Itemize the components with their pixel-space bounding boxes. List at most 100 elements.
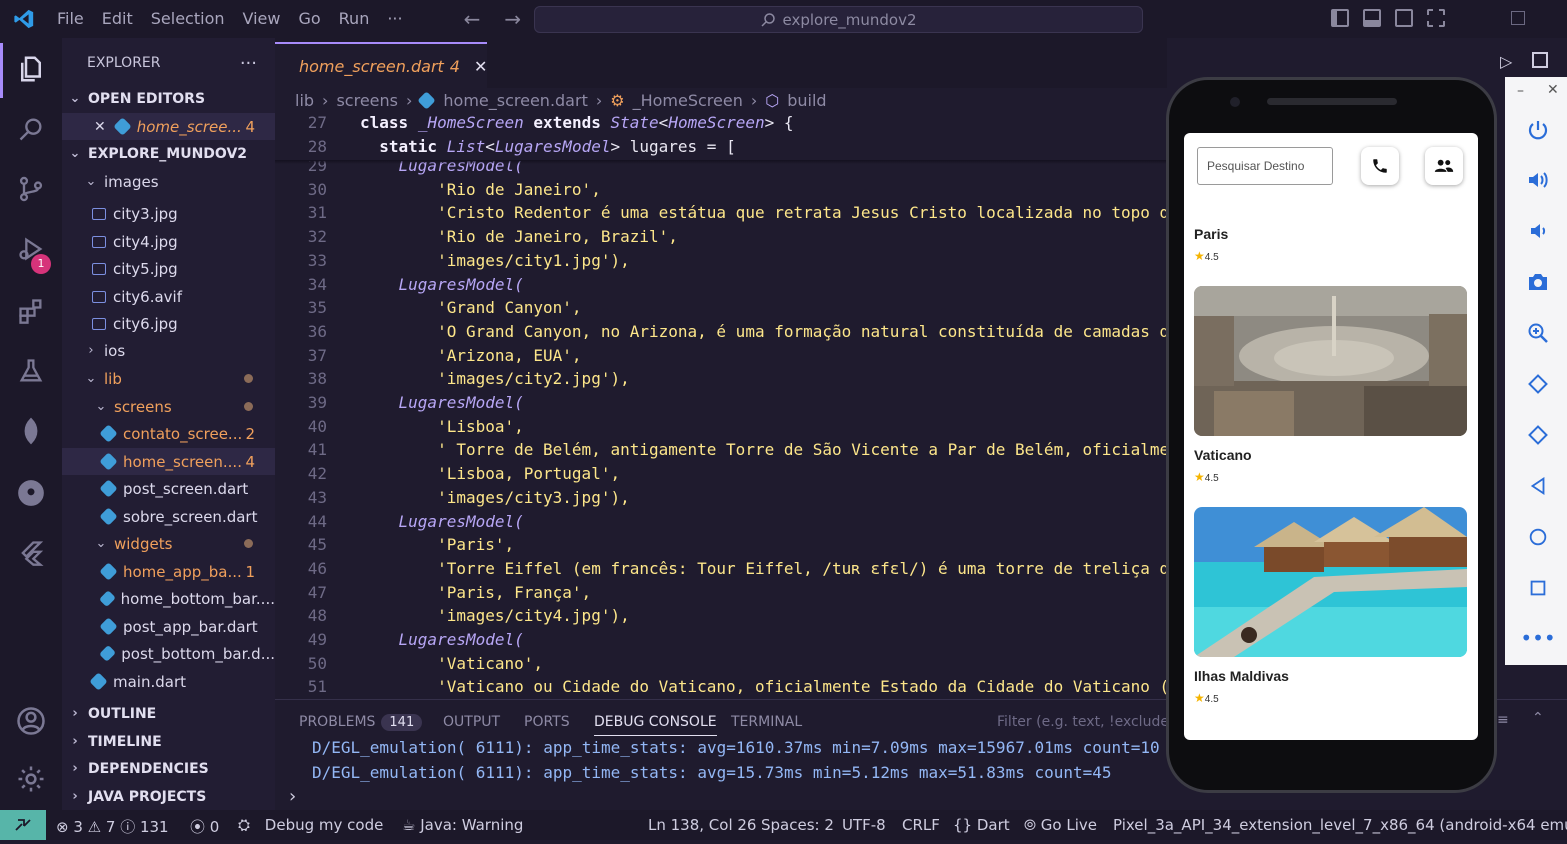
explorer-icon[interactable] bbox=[14, 52, 48, 86]
problems-status[interactable]: ⊗ 3 ⚠ 7 ⓘ 131 bbox=[56, 816, 169, 837]
close-icon[interactable]: ✕ bbox=[94, 119, 106, 135]
file-row[interactable]: city3.jpg bbox=[62, 200, 275, 227]
remote-indicator[interactable] bbox=[0, 810, 46, 840]
github-icon[interactable] bbox=[14, 476, 48, 510]
breadcrumb-item[interactable]: screens bbox=[336, 91, 398, 110]
encoding[interactable]: UTF-8 bbox=[842, 816, 886, 834]
source-control-icon[interactable] bbox=[14, 172, 48, 206]
outline-section[interactable]: › OUTLINE bbox=[62, 700, 275, 727]
toggle-secondary-sidebar-icon[interactable] bbox=[1395, 9, 1413, 27]
toggle-panel-icon[interactable] bbox=[1363, 9, 1381, 27]
extensions-icon[interactable] bbox=[14, 294, 48, 328]
people-button[interactable] bbox=[1425, 147, 1463, 185]
tab-ports[interactable]: PORTS bbox=[524, 714, 570, 730]
code-line[interactable]: 33 'images/city1.jpg'), bbox=[275, 251, 630, 275]
indentation[interactable]: Spaces: 2 bbox=[761, 816, 834, 834]
open-editor-item[interactable]: ✕ home_scree... 4 bbox=[62, 113, 275, 140]
phone-call-button[interactable] bbox=[1361, 147, 1399, 185]
breadcrumb-item[interactable]: lib bbox=[295, 91, 314, 110]
menu-go[interactable]: Go bbox=[289, 0, 329, 38]
search-destination-field[interactable]: Pesquisar Destino bbox=[1197, 147, 1333, 185]
ports-status[interactable]: ⦿ 0 bbox=[190, 816, 219, 837]
overview-square-icon[interactable] bbox=[1525, 575, 1551, 601]
tab-debug-console[interactable]: DEBUG CONSOLE bbox=[594, 714, 717, 736]
maldivas-photo[interactable] bbox=[1194, 507, 1467, 657]
folder-widgets[interactable]: ⌄ widgets bbox=[62, 530, 275, 557]
folder-lib[interactable]: ⌄ lib bbox=[62, 365, 275, 392]
toggle-sidebar-icon[interactable] bbox=[1331, 9, 1349, 27]
code-line[interactable]: 40 'Lisboa', bbox=[275, 417, 524, 441]
zoom-icon[interactable] bbox=[1525, 320, 1551, 346]
file-row[interactable]: city5.jpg bbox=[62, 255, 275, 282]
code-line[interactable]: 48 'images/city4.jpg'), bbox=[275, 606, 630, 630]
cursor-position[interactable]: Ln 138, Col 26 bbox=[648, 816, 756, 834]
settings-gear-icon[interactable] bbox=[14, 762, 48, 796]
breadcrumb-item[interactable]: build bbox=[787, 91, 826, 110]
file-row[interactable]: sobre_screen.dart bbox=[62, 503, 275, 530]
more-icon[interactable]: ••• bbox=[1520, 625, 1555, 651]
line-ending[interactable]: CRLF bbox=[902, 816, 940, 834]
tab-problems[interactable]: PROBLEMS 141 bbox=[299, 714, 423, 731]
tab-terminal[interactable]: TERMINAL bbox=[731, 714, 802, 730]
rotate-right-icon[interactable] bbox=[1525, 422, 1551, 448]
accounts-icon[interactable] bbox=[14, 704, 48, 738]
code-line[interactable]: 35 'Grand Canyon', bbox=[275, 298, 582, 322]
folder-screens[interactable]: ⌄ screens bbox=[62, 393, 275, 420]
volume-down-icon[interactable] bbox=[1525, 218, 1551, 244]
close-icon[interactable]: ✕ bbox=[474, 57, 487, 76]
code-line[interactable]: 45 'Paris', bbox=[275, 535, 514, 559]
device-selector[interactable]: Pixel_3a_API_34_extension_level_7_x86_64… bbox=[1113, 816, 1567, 834]
run-icon[interactable]: ▷ bbox=[1500, 52, 1512, 71]
mongodb-leaf-icon[interactable] bbox=[14, 414, 48, 448]
dependencies-section[interactable]: › DEPENDENCIES bbox=[62, 755, 275, 782]
file-row[interactable]: main.dart bbox=[62, 668, 275, 695]
code-line[interactable]: 34 LugaresModel( bbox=[275, 275, 524, 299]
camera-icon[interactable] bbox=[1525, 269, 1551, 295]
java-projects-section[interactable]: › JAVA PROJECTS bbox=[62, 783, 275, 810]
back-arrow-icon[interactable]: ← bbox=[452, 7, 493, 31]
chevron-up-icon[interactable]: ⌃ bbox=[1532, 710, 1544, 726]
go-live[interactable]: ⦾ Go Live bbox=[1024, 816, 1097, 834]
explorer-more-icon[interactable]: ··· bbox=[240, 53, 257, 74]
code-line[interactable]: 42 'Lisboa, Portugal', bbox=[275, 464, 620, 488]
menu-selection[interactable]: Selection bbox=[142, 0, 234, 38]
tab-home-screen[interactable]: home_screen.dart 4 ✕ bbox=[275, 42, 487, 88]
code-line[interactable]: 37 'Arizona, EUA', bbox=[275, 346, 582, 370]
folder-ios[interactable]: › ios bbox=[62, 337, 275, 364]
menu-view[interactable]: View bbox=[234, 0, 290, 38]
breadcrumb-item[interactable]: _HomeScreen bbox=[633, 91, 743, 110]
clear-console-icon[interactable]: ≡ bbox=[1497, 712, 1509, 728]
code-line[interactable]: 44 LugaresModel( bbox=[275, 512, 524, 536]
language-mode[interactable]: {} Dart bbox=[953, 816, 1010, 834]
code-line[interactable]: 31 'Cristo Redentor é uma estátua que re… bbox=[275, 203, 1169, 227]
code-line[interactable]: 51 'Vaticano ou Cidade do Vaticano, ofic… bbox=[275, 677, 1169, 701]
code-line[interactable]: 49 LugaresModel( bbox=[275, 630, 524, 654]
file-row[interactable]: post_screen.dart bbox=[62, 475, 275, 502]
file-row[interactable]: city6.jpg bbox=[62, 310, 275, 337]
command-center-search[interactable]: explore_mundov2 bbox=[534, 6, 1143, 33]
open-editors-section[interactable]: ⌄ OPEN EDITORS bbox=[62, 85, 275, 112]
flutter-icon[interactable] bbox=[14, 536, 48, 570]
code-line[interactable]: 36 'O Grand Canyon, no Arizona, é uma fo… bbox=[275, 322, 1169, 346]
java-status[interactable]: ☕ Java: Warning bbox=[402, 816, 523, 834]
volume-up-icon[interactable] bbox=[1525, 167, 1551, 193]
code-line[interactable]: 46 'Torre Eiffel (em francês: Tour Eiffe… bbox=[275, 559, 1169, 583]
customize-layout-icon[interactable] bbox=[1427, 9, 1445, 27]
file-row[interactable]: contato_scree... 2 bbox=[62, 420, 275, 447]
menu-more[interactable]: ··· bbox=[378, 0, 411, 38]
folder-images[interactable]: ⌄ images bbox=[62, 168, 275, 195]
code-line[interactable]: 50 'Vaticano', bbox=[275, 654, 543, 678]
back-triangle-icon[interactable] bbox=[1525, 473, 1551, 499]
menu-run[interactable]: Run bbox=[330, 0, 379, 38]
file-row[interactable]: city4.jpg bbox=[62, 228, 275, 255]
breadcrumb-item[interactable]: home_screen.dart bbox=[443, 91, 587, 110]
code-line[interactable]: 41 ' Torre de Belém, antigamente Torre d… bbox=[275, 440, 1169, 464]
window-restore-icon[interactable] bbox=[1511, 11, 1525, 25]
file-row[interactable]: home_bottom_bar.... bbox=[62, 585, 275, 612]
file-row[interactable]: city6.avif bbox=[62, 283, 275, 310]
code-line[interactable]: 39 LugaresModel( bbox=[275, 393, 524, 417]
timeline-section[interactable]: › TIMELINE bbox=[62, 728, 275, 755]
debug-status[interactable]: ⛭ Debug my code bbox=[238, 816, 383, 834]
vaticano-photo[interactable] bbox=[1194, 286, 1467, 436]
code-line[interactable]: 32 'Rio de Janeiro, Brazil', bbox=[275, 227, 678, 251]
